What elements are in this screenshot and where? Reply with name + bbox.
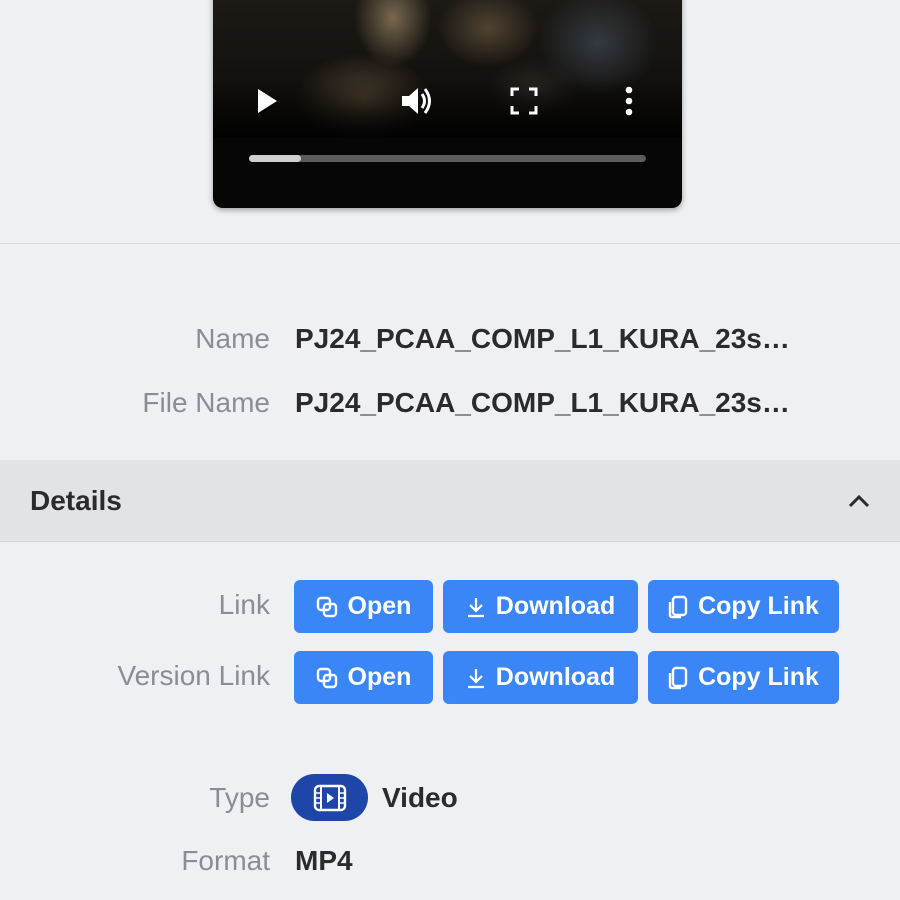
copy-icon: [668, 666, 688, 689]
file-name-value: PJ24_PCAA_COMP_L1_KURA_23s…: [295, 387, 790, 418]
link-copy-button[interactable]: Copy Link: [648, 580, 839, 633]
version-open-button[interactable]: Open: [294, 651, 433, 704]
fullscreen-icon: [510, 87, 538, 115]
fullscreen-button[interactable]: [506, 83, 542, 119]
file-name-label: File Name: [142, 387, 270, 418]
more-vertical-icon: [625, 86, 633, 116]
open-icon: [316, 596, 337, 617]
version-open-label: Open: [347, 663, 412, 691]
volume-button[interactable]: [400, 83, 436, 119]
link-open-button[interactable]: Open: [294, 580, 433, 633]
type-label: Type: [209, 782, 270, 813]
details-title: Details: [30, 484, 122, 516]
version-download-button[interactable]: Download: [443, 651, 638, 704]
version-copy-button[interactable]: Copy Link: [648, 651, 839, 704]
format-label: Format: [181, 845, 270, 876]
link-download-label: Download: [495, 592, 616, 620]
link-buttons: Open Download Copy Link: [294, 580, 839, 633]
video-file-icon: [313, 784, 346, 811]
download-icon: [467, 597, 484, 617]
version-link-label: Version Link: [117, 660, 270, 691]
link-open-label: Open: [347, 592, 412, 620]
link-download-button[interactable]: Download: [443, 580, 638, 633]
name-value: PJ24_PCAA_COMP_L1_KURA_23s…: [295, 323, 790, 354]
video-player[interactable]: [213, 0, 682, 208]
chevron-up-icon[interactable]: [848, 494, 870, 508]
progress-bar[interactable]: [249, 155, 646, 162]
open-icon: [316, 667, 337, 688]
download-icon: [467, 668, 484, 688]
play-icon: [258, 89, 277, 113]
version-copy-label: Copy Link: [698, 663, 819, 691]
type-badge: [291, 774, 368, 821]
progress-fill: [249, 155, 301, 162]
details-section-header[interactable]: Details: [0, 460, 900, 542]
link-copy-label: Copy Link: [698, 592, 819, 620]
type-value: Video: [382, 782, 458, 813]
play-button[interactable]: [249, 83, 285, 119]
version-download-label: Download: [495, 663, 616, 691]
name-label: Name: [195, 323, 270, 354]
version-link-buttons: Open Download Copy Link: [294, 651, 839, 704]
link-label: Link: [218, 589, 270, 620]
volume-icon: [402, 88, 431, 114]
asset-details-page: Name PJ24_PCAA_COMP_L1_KURA_23s… File Na…: [0, 0, 900, 900]
copy-icon: [668, 595, 688, 618]
more-options-button[interactable]: [611, 83, 647, 119]
divider: [0, 243, 900, 244]
format-value: MP4: [295, 845, 353, 876]
